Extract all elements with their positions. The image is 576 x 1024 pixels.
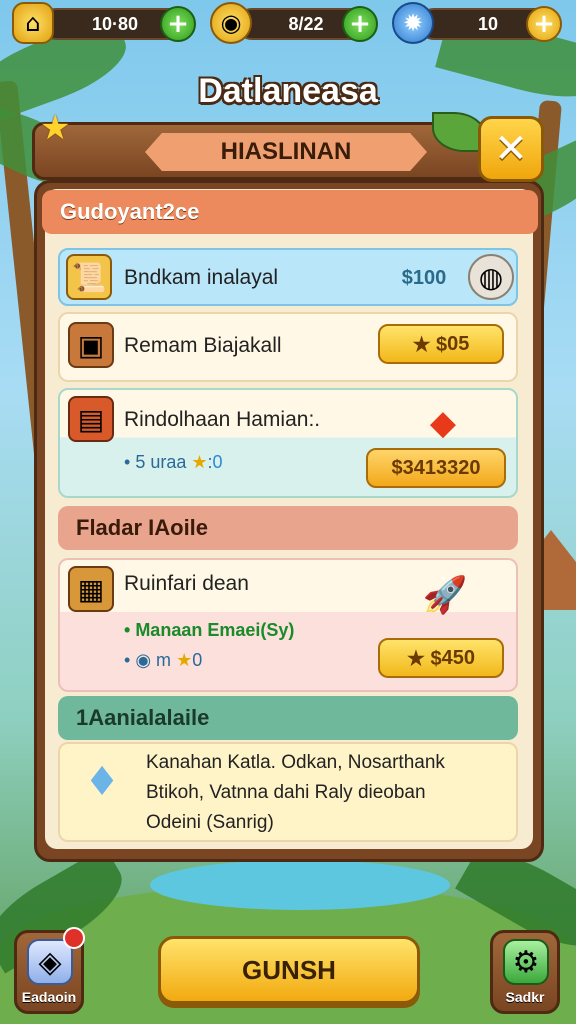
resource-value: 10·80	[91, 13, 139, 34]
star-icon: ★	[40, 108, 71, 148]
item-label: Remam Biajakall	[124, 334, 282, 357]
item-sub-suffix: 0	[192, 650, 203, 670]
star-icon: ★	[176, 650, 193, 670]
item-price: $3413320	[391, 456, 481, 479]
main-action-button[interactable]: GUNSH	[158, 936, 420, 1004]
description-line: Btikoh, Vatnna dahi Raly dieoban	[146, 782, 426, 803]
resource-bar: ⌂ 10·80 + ◉ 8/22 + ✹ 10 +	[0, 0, 576, 50]
item-price: 450	[441, 646, 475, 669]
close-button[interactable]: ✕	[478, 116, 544, 182]
ruby-icon: ◆	[429, 403, 457, 443]
item-label: Bndkam inalayal	[124, 266, 279, 289]
item-price: 05	[447, 332, 470, 355]
item-sub: • 5 uraa ★:0	[124, 452, 223, 472]
ribbon-title: HIASLINAN	[145, 133, 427, 171]
resource-value: 8/22	[288, 13, 324, 34]
item-green-line: • Manaan Emaei(Sy)	[124, 620, 295, 640]
corner-button-label: Sadkr	[505, 989, 545, 1005]
section-header: Gudoyant2ce	[42, 190, 538, 234]
star-icon: ★ $	[412, 333, 448, 356]
home-icon[interactable]: ⌂	[12, 2, 54, 44]
item-label: Ruinfari dean	[124, 572, 249, 595]
section-header: Fladar IAoile	[58, 506, 518, 550]
item-sub-text: m	[156, 650, 172, 670]
description-line: Kanahan Katla. Odkan, Nosarthank	[146, 752, 445, 773]
crystal-icon: ♦	[84, 759, 120, 805]
corner-button-label: Eadaoin	[21, 989, 77, 1005]
robot-icon: ⚙	[503, 939, 549, 985]
coin-pouch-icon: ◉	[210, 2, 252, 44]
star-icon: ★ $	[407, 647, 442, 670]
item-label: Rindolhaan Hamian:.	[124, 408, 321, 431]
buy-button[interactable]: ★ $450	[378, 638, 504, 678]
notification-dot	[63, 927, 85, 949]
resource-value: 10	[477, 13, 499, 34]
description-line: Odeini (Sanrig)	[146, 812, 274, 833]
corner-button-right[interactable]: ⚙ Sadkr	[490, 930, 560, 1014]
close-icon: ✕	[494, 126, 528, 172]
section-header: 1Aanialalaile	[58, 696, 518, 740]
item-price: $100	[401, 266, 447, 289]
gear-gem-icon: ✹	[392, 2, 434, 44]
window-title: Datlaneasa	[198, 72, 378, 110]
corner-button-left[interactable]: ◈ Eadaoin	[14, 927, 85, 1014]
add-resource-button[interactable]: +	[342, 6, 378, 42]
sea	[150, 860, 450, 910]
rocket-icon: 🚀	[422, 575, 468, 616]
item-sub-text: 5 uraa	[135, 452, 187, 472]
add-resource-button[interactable]: +	[526, 6, 562, 42]
item-sub: • ◉ m ★0	[124, 650, 203, 670]
crate-icon: ▦	[68, 566, 114, 612]
chest-icon: ▣	[68, 322, 114, 368]
star-icon: ★	[191, 452, 208, 472]
gem-icon: ◉	[135, 650, 152, 670]
book-icon: ▤	[68, 396, 114, 442]
item-sub-suffix: 0	[212, 452, 223, 472]
scroll-icon: 📜	[66, 254, 112, 300]
rock-icon: ◍	[468, 254, 514, 300]
buy-button[interactable]: ★ $05	[378, 324, 504, 364]
buy-button[interactable]: $3413320	[366, 448, 506, 488]
item-green-text: Manaan Emaei(Sy)	[135, 620, 295, 640]
add-resource-button[interactable]: +	[160, 6, 196, 42]
